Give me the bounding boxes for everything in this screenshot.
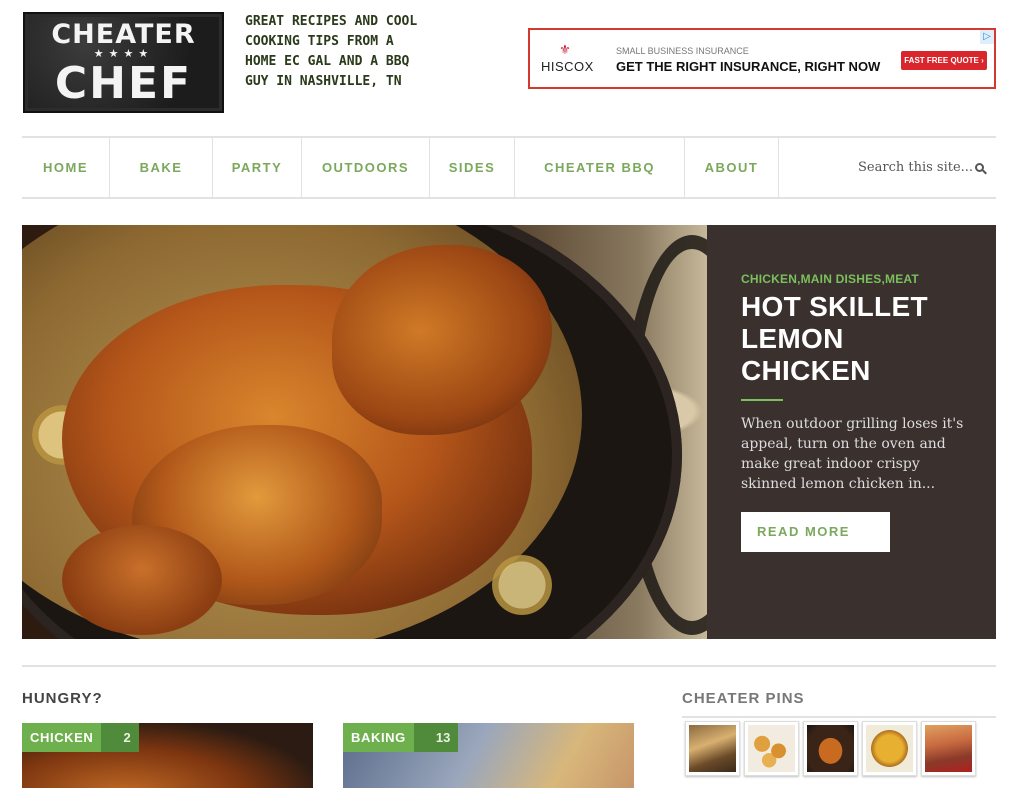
pin-image bbox=[925, 725, 972, 772]
lemon-slice bbox=[492, 555, 552, 615]
pin-image bbox=[866, 725, 913, 772]
nav-item-home[interactable]: HOME bbox=[22, 138, 110, 197]
ad-headline: GET THE RIGHT INSURANCE, RIGHT NOW bbox=[616, 59, 881, 74]
hero-divider bbox=[741, 399, 783, 401]
search-placeholder: Search this site... bbox=[858, 160, 974, 175]
site-tagline: GREAT RECIPES AND COOL COOKING TIPS FROM… bbox=[245, 14, 418, 89]
pin-thumbnail[interactable] bbox=[685, 721, 740, 776]
ad-eyebrow: SMALL BUSINESS INSURANCE bbox=[616, 46, 749, 56]
chicken-drumstick-graphic bbox=[62, 525, 222, 635]
main-nav: HOME BAKE PARTY OUTDOORS SIDES CHEATER B… bbox=[22, 136, 996, 199]
nav-item-bake[interactable]: BAKE bbox=[110, 138, 213, 197]
category-badge: BAKING 13 bbox=[343, 723, 459, 752]
banner-ad[interactable]: ▷ ⚜ HISCOX SMALL BUSINESS INSURANCE GET … bbox=[528, 28, 996, 89]
hero-excerpt: When outdoor grilling loses it's appeal,… bbox=[741, 416, 964, 492]
nav-item-about[interactable]: ABOUT bbox=[685, 138, 779, 197]
category-badge: CHICKEN 2 bbox=[22, 723, 139, 752]
read-more-button[interactable]: READ MORE bbox=[741, 512, 890, 552]
search-input[interactable]: Search this site... bbox=[836, 138, 996, 197]
search-icon[interactable] bbox=[975, 163, 985, 172]
hero-featured-image[interactable] bbox=[22, 225, 708, 639]
logo-text-top: CHEATER bbox=[51, 19, 196, 50]
hero-title[interactable]: HOT SKILLET LEMON CHICKEN bbox=[741, 291, 981, 387]
hero-categories[interactable]: CHICKEN,MAIN DISHES,MEAT bbox=[741, 272, 919, 286]
adchoices-icon[interactable]: ▷ bbox=[980, 30, 994, 44]
nav-item-sides[interactable]: SIDES bbox=[430, 138, 515, 197]
hero-panel: CHICKEN,MAIN DISHES,MEAT HOT SKILLET LEM… bbox=[707, 225, 996, 639]
pin-thumbnail[interactable] bbox=[744, 721, 799, 776]
ad-cta-button[interactable]: FAST FREE QUOTE › bbox=[901, 51, 987, 70]
category-card-baking[interactable]: BAKING 13 bbox=[343, 723, 634, 788]
hiscox-logo-icon: ⚜ bbox=[559, 42, 571, 57]
pin-thumbnail[interactable] bbox=[921, 721, 976, 776]
pin-thumbnail[interactable] bbox=[803, 721, 858, 776]
category-count: 13 bbox=[413, 723, 459, 752]
site-logo[interactable]: CHEATER ★★★★ CHEF bbox=[23, 12, 224, 113]
category-count: 2 bbox=[101, 723, 139, 752]
pin-image bbox=[748, 725, 795, 772]
pins-divider bbox=[682, 716, 996, 718]
category-label: CHICKEN bbox=[22, 723, 102, 752]
ad-brand: HISCOX bbox=[541, 59, 594, 74]
cheater-pins-heading: CHEATER PINS bbox=[682, 690, 805, 707]
nav-item-cheater-bbq[interactable]: CHEATER BBQ bbox=[515, 138, 685, 197]
hungry-heading: HUNGRY? bbox=[22, 690, 103, 707]
category-label: BAKING bbox=[343, 723, 414, 752]
nav-item-party[interactable]: PARTY bbox=[213, 138, 302, 197]
pin-image bbox=[689, 725, 736, 772]
pin-image bbox=[807, 725, 854, 772]
section-divider bbox=[22, 665, 996, 667]
pin-thumbnail[interactable] bbox=[862, 721, 917, 776]
logo-text-bottom: CHEF bbox=[54, 58, 193, 109]
nav-item-outdoors[interactable]: OUTDOORS bbox=[302, 138, 430, 197]
category-card-chicken[interactable]: CHICKEN 2 bbox=[22, 723, 313, 788]
